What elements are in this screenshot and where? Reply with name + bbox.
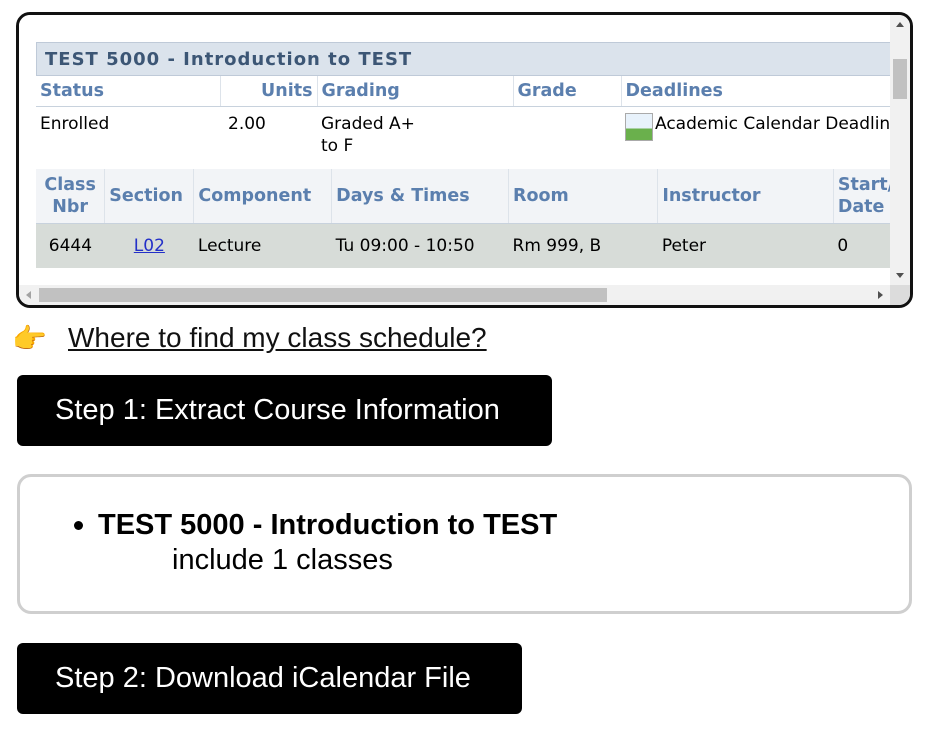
course-title: TEST 5000 - Introduction to TEST [36, 42, 890, 76]
bullet-icon [74, 521, 83, 530]
pointing-hand-icon: 👉 [12, 322, 47, 354]
schedule-content: TEST 5000 - Introduction to TEST Status … [36, 42, 890, 268]
header-class-nbr: Class Nbr [36, 169, 106, 224]
grade-value [513, 107, 621, 170]
vertical-scroll-thumb[interactable] [893, 59, 907, 99]
header-grade: Grade [513, 76, 622, 107]
start-end-value: 0 [833, 223, 890, 268]
units-value: 2.00 [228, 114, 266, 134]
scroll-left-icon[interactable] [26, 291, 31, 299]
schedule-frame: TEST 5000 - Introduction to TEST Status … [16, 12, 913, 308]
header-status: Status [36, 76, 221, 107]
status-value: Enrolled [40, 114, 110, 134]
days-times-value: Tu 09:00 - 10:50 [331, 223, 509, 268]
header-start-end: Start/End Date [833, 169, 890, 224]
horizontal-scrollbar[interactable] [19, 285, 890, 305]
extract-course-button[interactable]: Step 1: Extract Course Information [17, 375, 552, 446]
room-value: Rm 999, B [508, 223, 658, 268]
instructor-value: Peter [657, 223, 834, 268]
scrollbar-corner [890, 285, 910, 305]
class-table: Class Nbr Section Component Days & Times… [36, 169, 890, 268]
deadlines-link-text[interactable]: Academic Calendar Deadlines [655, 114, 890, 134]
status-table: Status Units Grading Grade Deadlines Enr… [36, 76, 890, 169]
vertical-scrollbar[interactable] [890, 15, 910, 285]
scroll-up-icon[interactable] [896, 22, 904, 27]
table-row: 6444 L02 Lecture Tu 09:00 - 10:50 Rm 999… [36, 223, 890, 268]
header-component: Component [193, 169, 333, 224]
header-grading: Grading [317, 76, 514, 107]
grading-text: Graded A+ to F [321, 114, 415, 156]
header-deadlines: Deadlines [621, 76, 890, 107]
deadlines-cell[interactable]: Academic Calendar Deadlines [621, 107, 890, 170]
header-units: Units [220, 76, 318, 107]
schedule-viewport: TEST 5000 - Introduction to TEST Status … [19, 15, 890, 285]
result-course-name: TEST 5000 - Introduction to TEST [98, 509, 558, 541]
results-box: TEST 5000 - Introduction to TEST include… [17, 474, 912, 614]
scroll-right-icon[interactable] [878, 291, 883, 299]
help-link[interactable]: Where to find my class schedule? [68, 322, 487, 354]
header-room: Room [508, 169, 659, 224]
list-item: TEST 5000 - Introduction to TEST include… [70, 507, 557, 577]
header-days-times: Days & Times [331, 169, 510, 224]
help-row: 👉 Where to find my class schedule? [12, 318, 487, 358]
class-nbr-value: 6444 [36, 223, 105, 268]
header-section: Section [104, 169, 195, 224]
section-cell: L02 [104, 223, 194, 268]
results-list: TEST 5000 - Introduction to TEST include… [70, 507, 557, 577]
broken-image-icon[interactable] [625, 113, 653, 141]
header-instructor: Instructor [657, 169, 834, 224]
result-course-detail: include 1 classes [172, 544, 393, 576]
component-value: Lecture [193, 223, 332, 268]
horizontal-scroll-thumb[interactable] [39, 288, 607, 302]
grading-value: Graded A+ to F [317, 107, 513, 170]
download-icalendar-button[interactable]: Step 2: Download iCalendar File [17, 643, 522, 714]
scroll-down-icon[interactable] [896, 273, 904, 278]
section-link[interactable]: L02 [134, 236, 165, 256]
